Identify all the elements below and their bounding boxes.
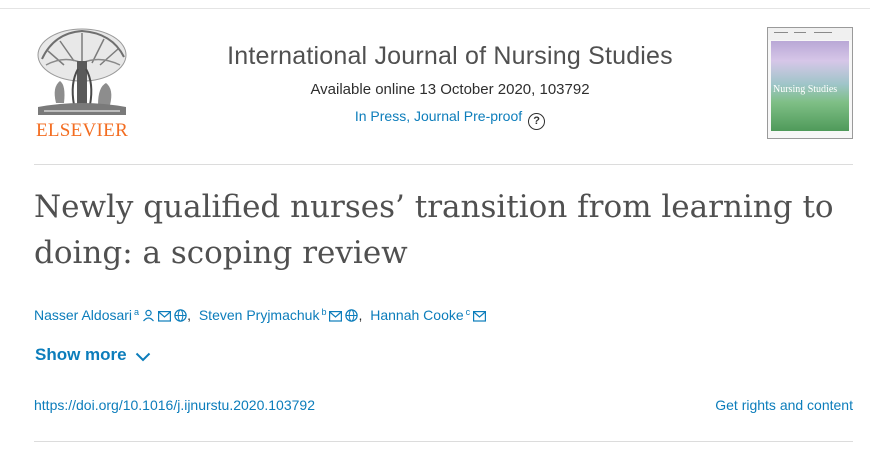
show-more-label: Show more — [35, 345, 127, 364]
author-name: Hannah Cooke — [370, 307, 464, 323]
author-name: Nasser Aldosari — [34, 307, 133, 323]
email-icon — [158, 311, 172, 322]
email-icon — [329, 311, 343, 322]
publisher-name: ELSEVIER — [35, 120, 129, 141]
author-link[interactable]: Steven Pryjmachuk b — [199, 307, 359, 323]
bottom-divider — [34, 441, 853, 442]
affiliation-marker: c — [465, 307, 471, 317]
cover-line — [794, 32, 806, 33]
author-list: Nasser Aldosari a, Steven Pryjmachuk b, Ha… — [34, 307, 487, 323]
author-separator: , — [358, 307, 363, 323]
journal-header: International Journal of Nursing Studies… — [160, 42, 740, 130]
elsevier-tree-icon — [34, 25, 130, 117]
author-link[interactable]: Nasser Aldosari a — [34, 307, 187, 323]
author-name: Steven Pryjmachuk — [198, 307, 320, 323]
cover-header-strip — [768, 28, 852, 40]
doi-link[interactable]: https://doi.org/10.1016/j.ijnurstu.2020.… — [34, 397, 315, 413]
journal-status[interactable]: In Press, Journal Pre-proof? — [354, 108, 546, 130]
person-icon — [143, 309, 155, 322]
article-title: Newly qualified nurses’ transition from … — [34, 189, 834, 271]
header-divider — [34, 164, 853, 165]
availability-text: Available online 13 October 2020, 103792 — [310, 81, 590, 98]
chevron-down-icon — [135, 352, 150, 362]
journal-title-link[interactable]: International Journal of Nursing Studies — [160, 42, 740, 71]
journal-status-label: In Press, Journal Pre-proof — [354, 108, 523, 124]
cover-title: Nursing Studies — [773, 84, 838, 95]
email-icon — [473, 311, 487, 322]
globe-icon — [174, 309, 187, 322]
journal-cover-image[interactable]: Nursing Studies — [767, 27, 853, 139]
cover-line — [774, 32, 788, 33]
cover-line — [814, 32, 832, 33]
author-separator: , — [187, 307, 191, 323]
affiliation-marker: b — [321, 307, 327, 317]
show-more-button[interactable]: Show more — [35, 345, 151, 365]
author-link[interactable]: Hannah Cooke c — [370, 307, 487, 323]
top-divider — [0, 8, 870, 9]
elsevier-logo[interactable]: ELSEVIER — [28, 25, 136, 143]
affiliation-marker: a — [134, 307, 140, 317]
rights-link[interactable]: Get rights and content — [715, 397, 853, 413]
question-circle-icon[interactable]: ? — [528, 113, 546, 130]
globe-icon — [345, 309, 359, 322]
